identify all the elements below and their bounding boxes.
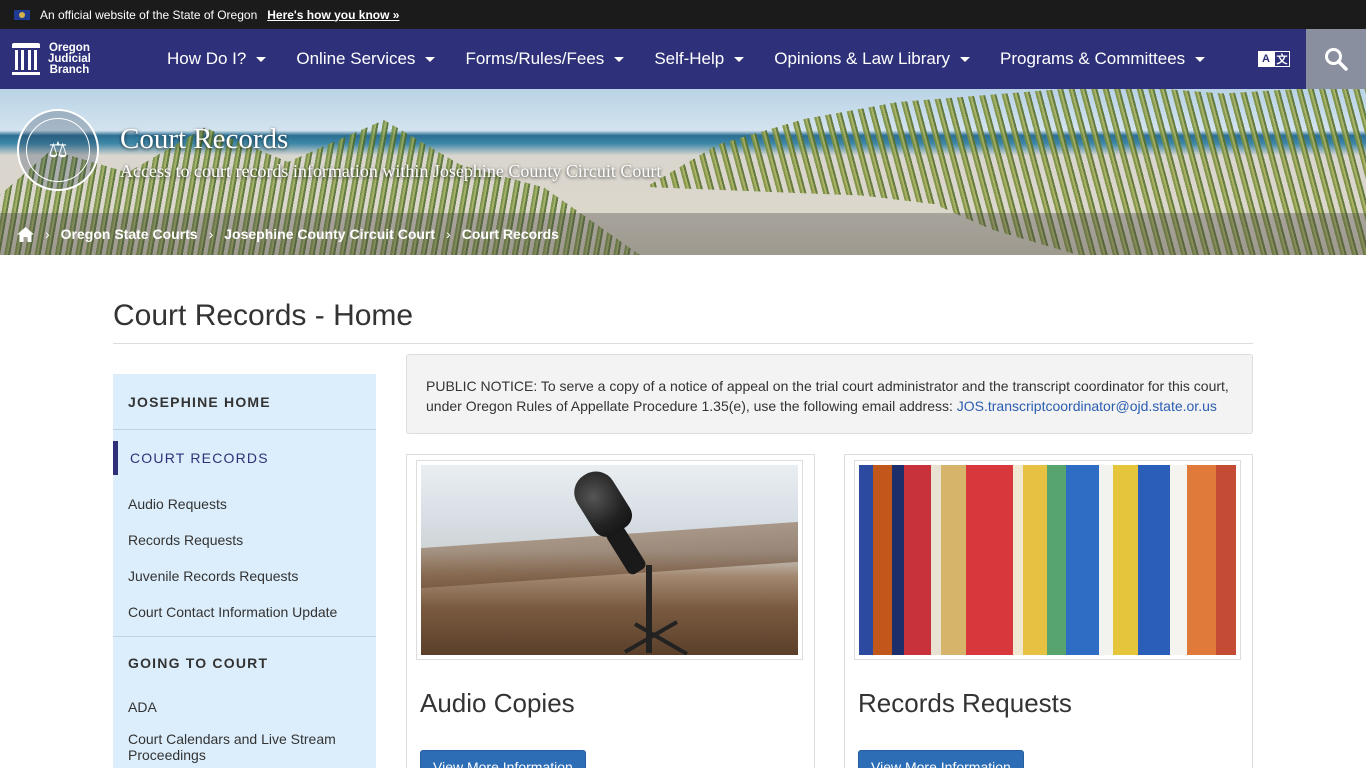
official-banner: An official website of the State of Oreg… — [0, 0, 1366, 29]
breadcrumb: › Oregon State Courts › Josephine County… — [0, 213, 1366, 255]
sidebar-item-juvenile-records[interactable]: Juvenile Records Requests — [113, 558, 376, 594]
page-title: Court Records - Home — [113, 299, 414, 332]
sidebar-item-records-requests[interactable]: Records Requests — [113, 522, 376, 558]
view-more-information-button[interactable]: View More Information — [420, 750, 586, 768]
breadcrumb-current: Court Records — [461, 226, 559, 242]
nav-how-do-i[interactable]: How Do I? — [167, 49, 267, 69]
search-icon — [1325, 48, 1348, 71]
sidebar-item-audio-requests[interactable]: Audio Requests — [113, 486, 376, 522]
home-icon[interactable] — [17, 226, 34, 242]
breadcrumb-separator: › — [446, 226, 451, 242]
sidebar: JOSEPHINE HOME COURT RECORDS Audio Reque… — [113, 374, 376, 768]
card-title: Records Requests — [858, 688, 1072, 718]
chevron-down-icon — [734, 56, 745, 62]
official-banner-text: An official website of the State of Oreg… — [40, 7, 258, 22]
sidebar-item-court-calendars[interactable]: Court Calendars and Live Stream Proceedi… — [113, 725, 376, 768]
card-title: Audio Copies — [420, 688, 575, 718]
public-notice: PUBLIC NOTICE: To serve a copy of a noti… — [406, 354, 1253, 434]
oregon-flag-icon — [14, 9, 30, 20]
court-logo-icon — [12, 43, 40, 75]
translate-icon[interactable]: A 文 — [1258, 51, 1290, 67]
hero-subtitle: Access to court records information with… — [120, 161, 662, 181]
chevron-down-icon — [256, 56, 267, 62]
chevron-down-icon — [1195, 56, 1206, 62]
sidebar-heading-going-to-court[interactable]: GOING TO COURT — [113, 637, 376, 689]
heres-how-you-know-link[interactable]: Here's how you know » — [267, 8, 399, 22]
microphone-image — [421, 465, 798, 655]
breadcrumb-separator: › — [208, 226, 214, 242]
hero-banner: ⚖ Court Records Access to court records … — [0, 89, 1366, 255]
chevron-down-icon — [960, 56, 970, 62]
brand-text: Oregon Judicial Branch — [48, 41, 91, 76]
sidebar-item-contact-update[interactable]: Court Contact Information Update — [113, 594, 376, 630]
nav-opinions-law-library[interactable]: Opinions & Law Library — [774, 49, 970, 69]
nav-programs-committees[interactable]: Programs & Committees — [1000, 49, 1206, 69]
nav-self-help[interactable]: Self-Help — [654, 49, 745, 69]
sidebar-heading-court-records[interactable]: COURT RECORDS — [113, 430, 376, 486]
seal-icon: ⚖ — [17, 109, 99, 191]
chevron-down-icon — [614, 56, 625, 62]
view-more-information-button[interactable]: View More Information — [858, 750, 1024, 768]
notice-email-link[interactable]: JOS.transcriptcoordinator@ojd.state.or.u… — [957, 398, 1217, 414]
search-button[interactable] — [1306, 29, 1366, 89]
chevron-down-icon — [425, 56, 436, 62]
nav-forms-rules-fees[interactable]: Forms/Rules/Fees — [465, 49, 625, 69]
sidebar-item-ada[interactable]: ADA — [113, 689, 376, 725]
main-navigation: Oregon Judicial Branch How Do I? Online … — [0, 29, 1366, 89]
folders-image — [859, 465, 1236, 655]
card-image-frame — [854, 460, 1241, 660]
card-records-requests: Records Requests View More Information — [844, 454, 1253, 768]
card-audio-copies: Audio Copies View More Information — [406, 454, 815, 768]
title-divider — [113, 343, 1253, 344]
card-image-frame — [416, 460, 803, 660]
hero-title: Court Records — [120, 123, 289, 155]
nav-online-services[interactable]: Online Services — [296, 49, 436, 69]
sidebar-home-link[interactable]: JOSEPHINE HOME — [113, 374, 376, 430]
breadcrumb-separator: › — [45, 226, 50, 242]
breadcrumb-josephine-county[interactable]: Josephine County Circuit Court — [224, 226, 435, 242]
breadcrumb-oregon-state-courts[interactable]: Oregon State Courts — [61, 226, 198, 242]
court-logo[interactable]: Oregon Judicial Branch — [12, 41, 152, 76]
